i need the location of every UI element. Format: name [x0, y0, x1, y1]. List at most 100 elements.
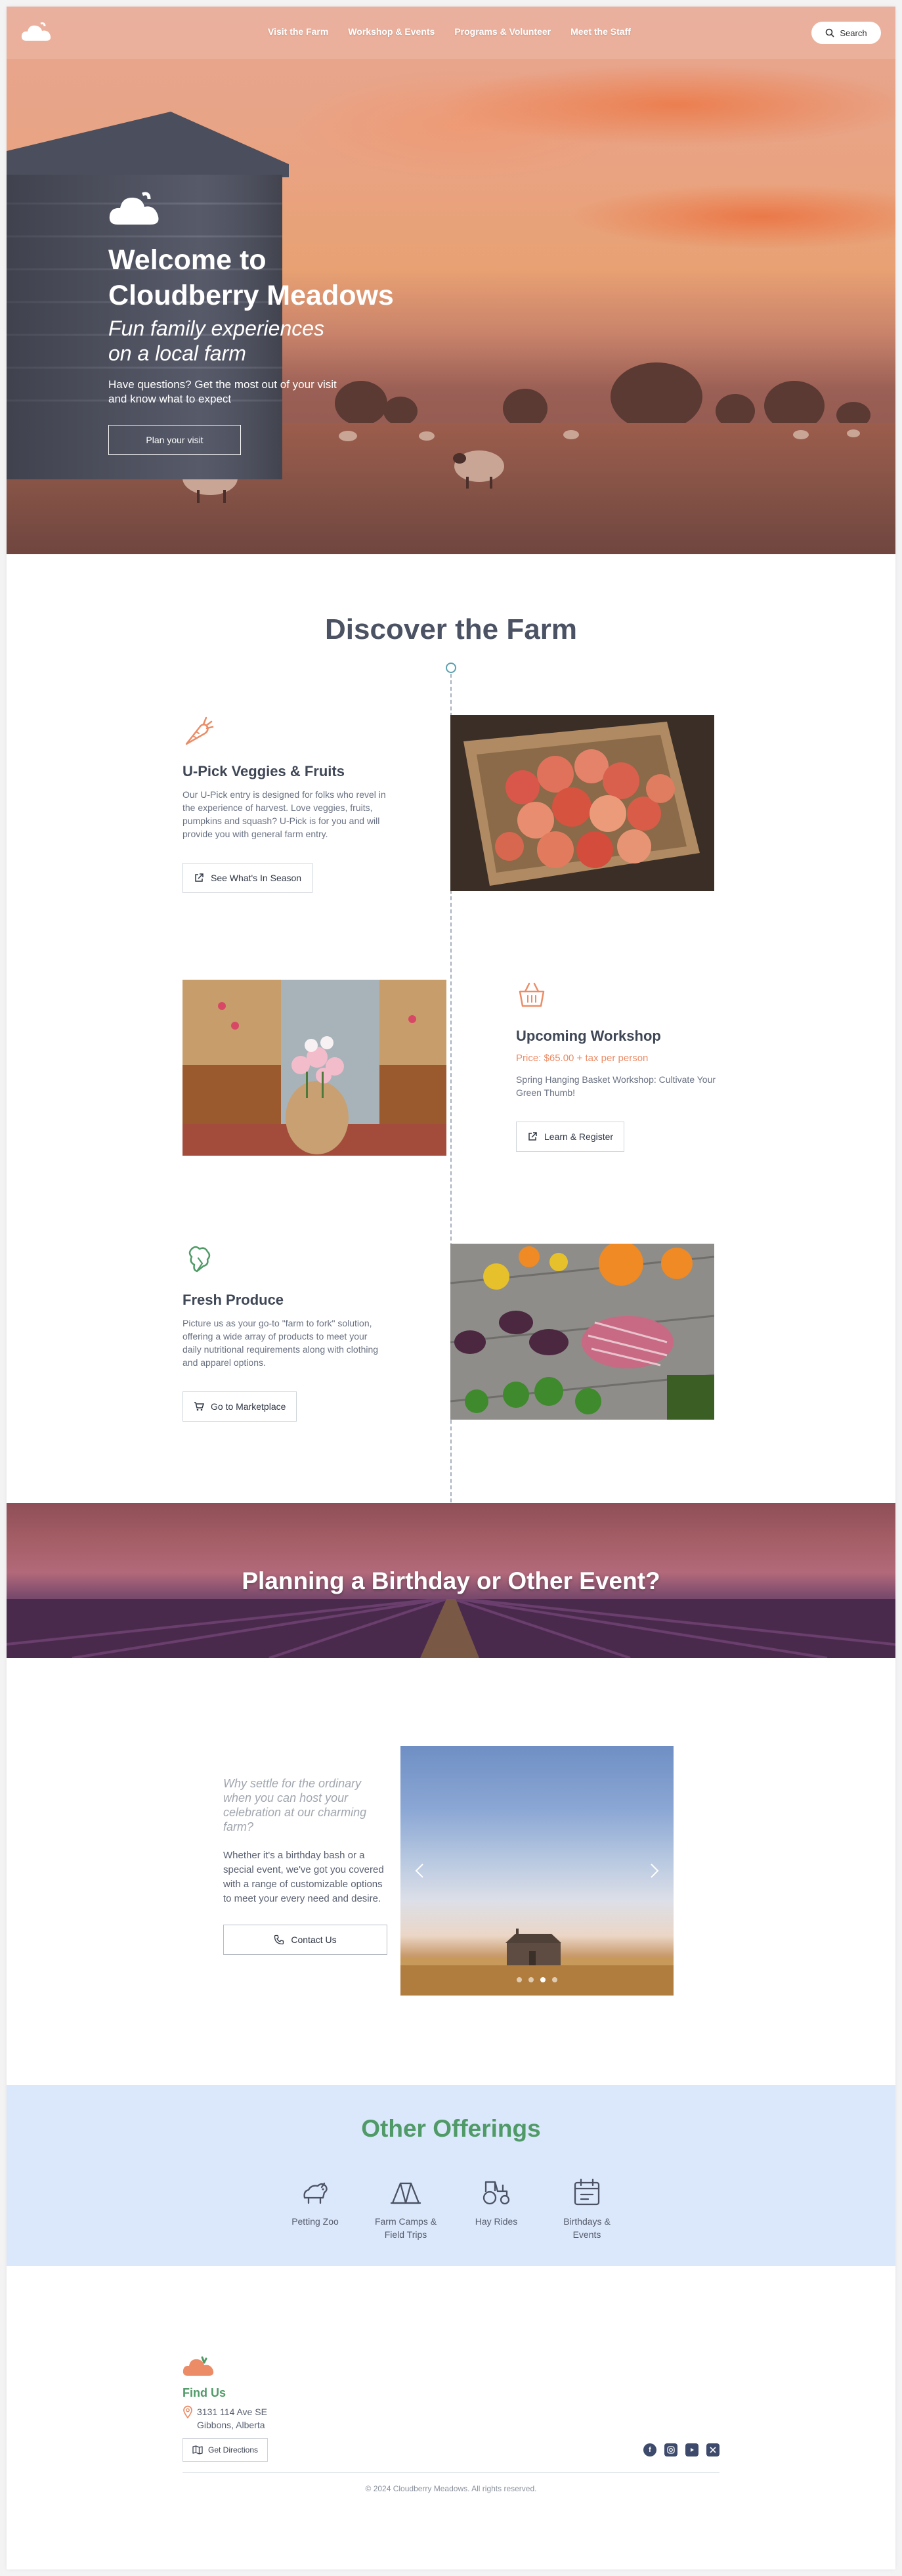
site-footer: Find Us 3131 114 Ave SE Gibbons, Alberta…	[7, 2266, 895, 2555]
marketplace-button[interactable]: Go to Marketplace	[183, 1391, 297, 1422]
hero-title-line1: Welcome to	[108, 244, 267, 276]
broccoli-icon	[188, 1246, 211, 1273]
plan-visit-button[interactable]: Plan your visit	[108, 425, 241, 455]
carousel-next-button[interactable]	[646, 1859, 662, 1883]
copyright-text: © 2024 Cloudberry Meadows. All rights re…	[365, 2484, 537, 2493]
find-us-heading: Find Us	[183, 2386, 226, 2399]
event-banner: Planning a Birthday or Other Event?	[7, 1503, 895, 1658]
nav-links: Visit the Farm Workshop & Events Program…	[268, 26, 651, 37]
external-link-icon	[195, 873, 204, 882]
lavender-field-decoration	[7, 1599, 895, 1658]
basket-icon	[519, 982, 545, 1007]
external-link-icon	[528, 1132, 537, 1141]
feature-produce-title: Fresh Produce	[183, 1292, 284, 1308]
hero-title-line2: Cloudberry Meadows	[108, 280, 394, 311]
offering-birthdays-events[interactable]: Birthdays & Events	[551, 2177, 623, 2241]
top-navigation: Visit the Farm Workshop & Events Program…	[7, 7, 895, 59]
facebook-icon[interactable]: f	[643, 2443, 656, 2456]
venue-carousel[interactable]	[400, 1746, 674, 1996]
x-icon[interactable]	[706, 2443, 719, 2456]
carousel-dots	[400, 1977, 674, 1982]
instagram-glyph	[667, 2446, 675, 2454]
flowers-photo	[183, 980, 446, 1156]
feature-workshop-title: Upcoming Workshop	[516, 1028, 661, 1044]
cloudberry-logo-icon[interactable]	[183, 2355, 217, 2378]
hero-subtitle-line1: Fun family experiences	[108, 317, 325, 340]
feature-produce: Fresh Produce Picture us as your go-to "…	[183, 1244, 386, 1422]
youtube-glyph	[691, 2448, 694, 2452]
flowers-image	[183, 980, 446, 1156]
party-description: Whether it's a birthday bash or a specia…	[223, 1850, 384, 1904]
tent-icon	[390, 2182, 421, 2204]
offerings-title: Other Offerings	[361, 2115, 541, 2142]
barn-field-image	[400, 1929, 674, 1996]
hero-content: Welcome to Cloudberry Meadows Fun family…	[108, 190, 450, 455]
offering-hay-rides[interactable]: Hay Rides	[460, 2177, 532, 2241]
hero-subtitle-line2: on a local farm	[108, 341, 246, 365]
nav-link-programs-volunteer[interactable]: Programs & Volunteer	[454, 26, 551, 37]
offering-farm-camps[interactable]: Farm Camps & Field Trips	[370, 2177, 442, 2241]
carousel-prev-button[interactable]	[412, 1859, 428, 1883]
address-text: 3131 114 Ave SE Gibbons, Alberta	[197, 2405, 267, 2432]
party-text: Why settle for the ordinary when you can…	[223, 1776, 387, 1955]
produce-image	[450, 1244, 714, 1420]
offerings-list: Petting Zoo Farm Camps & Field Trips Hay…	[7, 2177, 895, 2241]
footer-divider	[183, 2472, 719, 2473]
carousel-dot[interactable]	[552, 1977, 557, 1982]
map-icon	[192, 2445, 203, 2455]
page: Visit the Farm Workshop & Events Program…	[7, 7, 895, 2569]
chevron-right-icon	[651, 1864, 659, 1878]
party-section: Why settle for the ordinary when you can…	[7, 1658, 895, 2085]
cart-icon	[194, 1402, 204, 1411]
peaches-image	[450, 715, 714, 891]
petting-zoo-icon	[303, 2182, 328, 2204]
nav-link-workshop-events[interactable]: Workshop & Events	[348, 26, 435, 37]
carousel-dot-active[interactable]	[540, 1977, 546, 1982]
event-banner-title: Planning a Birthday or Other Event?	[242, 1567, 660, 1594]
contact-us-button[interactable]: Contact Us	[223, 1925, 387, 1955]
offering-hay-rides-label: Hay Rides	[475, 2216, 518, 2227]
footer-address: 3131 114 Ave SE Gibbons, Alberta	[183, 2405, 267, 2432]
offering-petting-zoo-label: Petting Zoo	[291, 2216, 339, 2227]
learn-register-button[interactable]: Learn & Register	[516, 1122, 625, 1152]
peaches-photo	[450, 715, 714, 891]
produce-photo	[450, 1244, 714, 1420]
address-line1: 3131 114 Ave SE	[197, 2407, 267, 2417]
see-in-season-label: See What's In Season	[211, 873, 302, 883]
discover-title: Discover the Farm	[325, 613, 577, 645]
cloud-logo-icon	[109, 192, 159, 225]
calendar-icon	[574, 2178, 600, 2206]
marketplace-label: Go to Marketplace	[211, 1401, 286, 1412]
carousel-dot[interactable]	[517, 1977, 522, 1982]
feature-upick-description: Our U-Pick entry is designed for folks w…	[183, 789, 386, 839]
nav-link-meet-staff[interactable]: Meet the Staff	[570, 26, 631, 37]
feature-upick: U-Pick Veggies & Fruits Our U-Pick entry…	[183, 715, 386, 893]
offering-petting-zoo[interactable]: Petting Zoo	[279, 2177, 351, 2241]
feature-workshop: Upcoming Workshop Price: $65.00 + tax pe…	[516, 980, 719, 1152]
map-pin-icon	[183, 2405, 192, 2418]
search-icon	[826, 28, 834, 37]
get-directions-label: Get Directions	[208, 2445, 259, 2455]
search-button[interactable]: Search	[811, 22, 881, 44]
feature-upick-title: U-Pick Veggies & Fruits	[183, 763, 345, 779]
address-line2: Gibbons, Alberta	[197, 2420, 265, 2430]
party-lead: Why settle for the ordinary when you can…	[223, 1777, 367, 1833]
carousel-dot[interactable]	[528, 1977, 534, 1982]
feature-produce-description: Picture us as your go-to "farm to fork" …	[183, 1318, 379, 1368]
cloudberry-logo-icon[interactable]	[21, 21, 54, 43]
offering-birthdays-events-label: Birthdays & Events	[563, 2216, 611, 2240]
x-glyph	[710, 2447, 716, 2453]
feature-workshop-price: Price: $65.00 + tax per person	[516, 1053, 649, 1064]
learn-register-label: Learn & Register	[544, 1131, 614, 1142]
instagram-icon[interactable]	[664, 2443, 677, 2456]
search-label: Search	[840, 28, 867, 38]
chevron-left-icon	[415, 1864, 423, 1878]
phone-icon	[274, 1934, 284, 1945]
youtube-icon[interactable]	[685, 2443, 698, 2456]
get-directions-button[interactable]: Get Directions	[183, 2438, 268, 2462]
offerings-section: Other Offerings Petting Zoo Farm Camps &…	[7, 2085, 895, 2266]
offering-farm-camps-label: Farm Camps & Field Trips	[374, 2216, 437, 2240]
see-in-season-button[interactable]: See What's In Season	[183, 863, 313, 893]
tractor-icon	[483, 2181, 510, 2205]
nav-link-visit-farm[interactable]: Visit the Farm	[268, 26, 328, 37]
